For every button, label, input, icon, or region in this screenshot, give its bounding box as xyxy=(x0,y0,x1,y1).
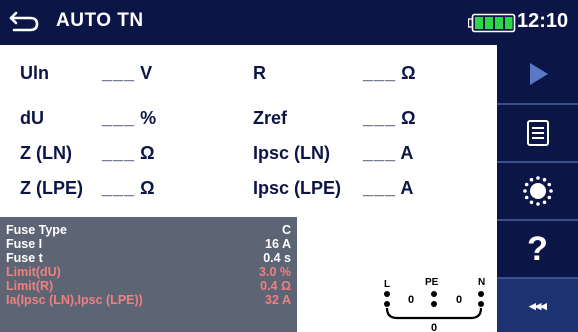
result-unit: % xyxy=(140,108,157,128)
result-label: Ipsc (LN) xyxy=(253,143,331,163)
help-icon: ? xyxy=(527,230,548,268)
result-label: R xyxy=(253,63,266,83)
help-button[interactable]: ? xyxy=(497,221,578,277)
result-ipsc-ln: Ipsc (LN) ___ A xyxy=(253,143,413,164)
result-label: dU xyxy=(20,108,44,128)
result-label: Z (LN) xyxy=(20,143,72,163)
result-z-lpe: Z (LPE) ___ Ω xyxy=(20,178,155,199)
result-value: ___ xyxy=(363,63,397,83)
result-label: Uln xyxy=(20,63,49,83)
result-value: ___ xyxy=(363,143,397,163)
terminal-l-label: L xyxy=(384,279,390,290)
fuse-row-limit: Limit(R) 0.4 Ω xyxy=(4,280,293,293)
fuse-row-label: Fuse t xyxy=(6,251,43,265)
battery-icon xyxy=(468,13,516,33)
terminal-pe-label: PE xyxy=(425,277,439,288)
fuse-row-label: Fuse I xyxy=(6,237,43,251)
start-button[interactable] xyxy=(497,45,578,103)
fuse-row-value: 32 A xyxy=(265,293,291,307)
fuse-parameters-panel[interactable]: Fuse Type C Fuse I 16 A Fuse t 0.4 s Lim… xyxy=(0,217,297,332)
result-zref: Zref ___ Ω xyxy=(253,108,416,129)
fuse-row: Fuse Type C xyxy=(4,224,293,237)
terminal-n-dot xyxy=(478,291,484,297)
voltage-l-n: 0 xyxy=(431,322,437,332)
sidebar: ? ◂◂◂ xyxy=(497,45,578,332)
result-unit: Ω xyxy=(140,178,155,198)
terminal-l-dot xyxy=(384,301,390,307)
result-value: ___ xyxy=(363,178,397,198)
voltage-l-pe: 0 xyxy=(408,294,414,306)
parameters-button[interactable] xyxy=(497,105,578,161)
result-value: ___ xyxy=(102,108,136,128)
fuse-row-value: 16 A xyxy=(265,237,291,251)
result-unit: Ω xyxy=(140,143,155,163)
result-value: ___ xyxy=(102,143,136,163)
result-uln: Uln ___ V xyxy=(20,63,152,84)
result-value: ___ xyxy=(102,63,136,83)
result-unit: V xyxy=(140,63,153,83)
clock: 12:10 xyxy=(517,10,569,32)
calibration-button[interactable] xyxy=(497,163,578,219)
fuse-row-limit: Ia(Ipsc (LN),Ipsc (LPE)) 32 A xyxy=(4,294,293,307)
fuse-row-value: 3.0 % xyxy=(259,265,291,279)
terminal-voltages-diagram: L PE N 0 0 0 xyxy=(384,277,485,332)
fuse-row: Fuse t 0.4 s xyxy=(4,252,293,265)
fuse-row-label: Fuse Type xyxy=(6,223,67,237)
terminal-n-label: N xyxy=(478,277,485,288)
fuse-row: Fuse I 16 A xyxy=(4,238,293,251)
circle-dots-icon xyxy=(522,176,553,206)
terminal-pe-dot xyxy=(431,301,437,307)
result-r: R ___ Ω xyxy=(253,63,416,84)
terminal-n-dot xyxy=(478,301,484,307)
result-z-ln: Z (LN) ___ Ω xyxy=(20,143,155,164)
result-unit: A xyxy=(400,143,414,163)
voltage-pe-n: 0 xyxy=(456,294,462,306)
fuse-row-value: 0.4 s xyxy=(263,251,291,265)
fuse-row-label: Limit(R) xyxy=(6,279,54,293)
more-icon: ◂◂◂ xyxy=(529,297,547,313)
result-value: ___ xyxy=(102,178,136,198)
result-label: Ipsc (LPE) xyxy=(253,178,342,198)
result-label: Z (LPE) xyxy=(20,178,83,198)
terminal-pe-dot xyxy=(431,291,437,297)
fuse-row-label: Limit(dU) xyxy=(6,265,61,279)
result-ipsc-lpe: Ipsc (LPE) ___ A xyxy=(253,178,413,199)
play-icon xyxy=(529,63,548,85)
result-unit: Ω xyxy=(401,108,416,128)
voltage-l-n-arc xyxy=(385,307,483,320)
terminal-l-dot xyxy=(384,291,390,297)
more-button[interactable]: ◂◂◂ xyxy=(497,279,578,332)
result-value: ___ xyxy=(363,108,397,128)
fuse-row-value: C xyxy=(281,223,291,237)
page-title: AUTO TN xyxy=(56,10,144,31)
fuse-row-label: Ia(Ipsc (LN),Ipsc (LPE)) xyxy=(6,293,143,307)
fuse-row-limit: Limit(dU) 3.0 % xyxy=(4,266,293,279)
result-label: Zref xyxy=(253,108,288,128)
back-arrow-icon[interactable] xyxy=(8,7,42,35)
fuse-row-value: 0.4 Ω xyxy=(260,279,291,293)
list-icon xyxy=(526,120,549,146)
result-du: dU ___ % xyxy=(20,108,156,129)
result-unit: Ω xyxy=(401,63,416,83)
result-unit: A xyxy=(400,178,414,198)
title-bar: AUTO TN 12:10 xyxy=(0,0,578,45)
